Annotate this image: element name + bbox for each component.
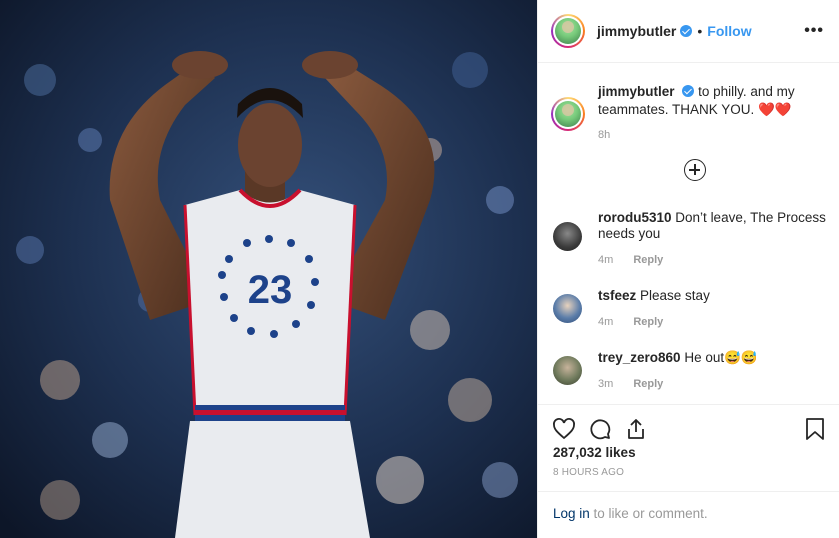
comment-timestamp[interactable]: 4m (598, 254, 613, 266)
login-prompt: Log in to like or comment. (538, 491, 839, 538)
bookmark-icon[interactable] (804, 417, 826, 441)
reply-button[interactable]: Reply (633, 316, 663, 328)
post-photo[interactable]: 23 (0, 0, 537, 538)
more-options-icon[interactable]: ••• (804, 22, 824, 40)
comment-username[interactable]: tsfeez (598, 288, 636, 303)
caption-avatar[interactable] (551, 97, 585, 131)
avatar[interactable] (551, 14, 585, 48)
comment-icon[interactable] (588, 417, 612, 441)
login-prompt-text: to like or comment. (589, 506, 708, 521)
comment-text: He out😅😅 (684, 350, 758, 365)
post-time-ago[interactable]: 8 HOURS AGO (553, 467, 624, 478)
comment-text: Please stay (640, 288, 710, 303)
jersey-number: 23 (248, 268, 293, 312)
verified-badge-icon (682, 85, 695, 97)
header-username[interactable]: jimmybutler (597, 23, 676, 39)
caption-username[interactable]: jimmybutler (598, 84, 675, 99)
verified-badge-icon (680, 25, 693, 37)
comment-timestamp[interactable]: 4m (598, 316, 613, 328)
comment-avatar[interactable] (553, 294, 582, 323)
login-link[interactable]: Log in (553, 506, 590, 521)
post-actions: 287,032 likes 8 HOURS AGO Log in to like… (538, 404, 839, 538)
comment-username[interactable]: trey_zero860 (598, 350, 681, 365)
reply-button[interactable]: Reply (633, 254, 663, 266)
post-side-panel: jimmybutler • Follow ••• jimmybutler to … (537, 0, 839, 538)
comment-timestamp[interactable]: 3m (598, 378, 613, 390)
comment-avatar[interactable] (553, 222, 582, 251)
comment-avatar[interactable] (553, 356, 582, 385)
load-more-comments-icon[interactable] (684, 159, 706, 181)
heart-icon[interactable] (552, 417, 576, 441)
post-header: jimmybutler • Follow ••• (538, 0, 839, 63)
caption-timestamp[interactable]: 8h (598, 129, 610, 141)
separator: • (697, 23, 703, 39)
reply-button[interactable]: Reply (633, 378, 663, 390)
comments-list[interactable]: jimmybutler to philly. and my teammates.… (538, 63, 839, 404)
caption-text: jimmybutler to philly. and my teammates.… (598, 83, 828, 119)
like-count[interactable]: 287,032 likes (553, 445, 636, 460)
share-icon[interactable] (624, 417, 648, 441)
follow-button[interactable]: Follow (707, 23, 751, 39)
comment-username[interactable]: rorodu5310 (598, 210, 672, 225)
